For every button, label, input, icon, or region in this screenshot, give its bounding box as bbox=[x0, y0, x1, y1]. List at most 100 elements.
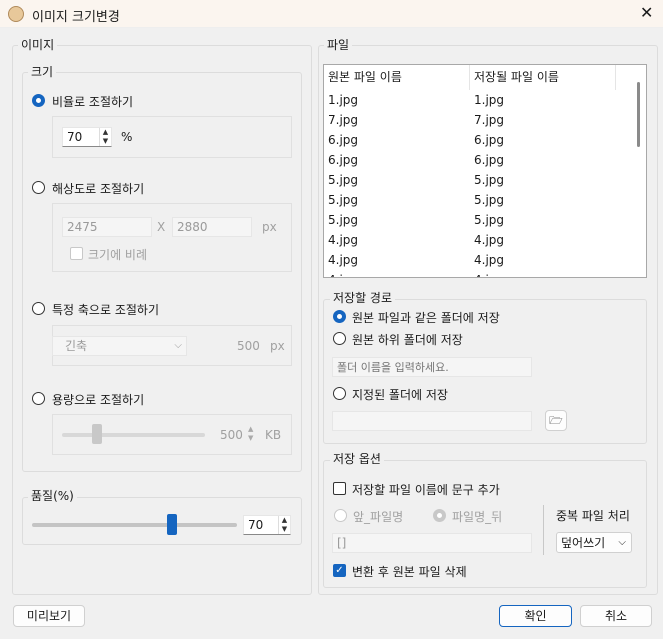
custom-folder-input[interactable] bbox=[332, 411, 532, 431]
filesize-unit: KB bbox=[265, 428, 282, 442]
close-icon[interactable]: ✕ bbox=[640, 3, 653, 22]
prefix-label: 앞_파일명 bbox=[353, 510, 404, 524]
size-group-label: 크기 bbox=[28, 65, 57, 79]
chevron-down-icon: ⌵ bbox=[618, 537, 626, 548]
list-item[interactable]: 4.jpg 4.jpg bbox=[324, 270, 634, 277]
ratio-unit: % bbox=[121, 130, 133, 144]
list-header: 원본 파일 이름 저장될 파일 이름 bbox=[324, 65, 634, 90]
sub-folder-label: 원본 하위 폴더에 저장 bbox=[352, 333, 463, 347]
quality-spinner[interactable]: 70 ▲ ▼ bbox=[243, 515, 291, 535]
image-group-label: 이미지 bbox=[18, 38, 58, 52]
original-file-name: 6.jpg bbox=[328, 153, 359, 167]
original-file-name: 5.jpg bbox=[328, 213, 359, 227]
ratio-label: 비율로 조절하기 bbox=[52, 95, 134, 109]
saved-file-name: 1.jpg bbox=[474, 93, 505, 107]
column-header-original[interactable]: 원본 파일 이름 bbox=[328, 65, 470, 90]
owl-icon bbox=[8, 6, 24, 22]
list-item[interactable]: 7.jpg 7.jpg bbox=[324, 110, 634, 130]
file-rows: 1.jpg 1.jpg 7.jpg 7.jpg 6.jpg 6.jpg 6.jpg 6.jpg… bbox=[324, 90, 634, 277]
browse-folder-button[interactable]: 🗁 bbox=[545, 410, 567, 431]
spinner-arrows-icon[interactable]: ▲ ▼ bbox=[278, 516, 290, 534]
chevron-down-icon: ⌵ bbox=[174, 340, 182, 351]
list-item[interactable]: 4.jpg 4.jpg bbox=[324, 250, 634, 270]
original-file-name: 6.jpg bbox=[328, 133, 359, 147]
axis-label: 특정 축으로 조절하기 bbox=[52, 303, 159, 317]
ratio-spinner[interactable]: 70 ▲ ▼ bbox=[62, 127, 112, 147]
quality-label: 품질(%) bbox=[28, 489, 77, 503]
x-label: X bbox=[157, 220, 166, 234]
saved-file-name: 6.jpg bbox=[474, 133, 505, 147]
same-folder-radio[interactable] bbox=[333, 310, 346, 323]
axis-value: 500 bbox=[237, 339, 260, 353]
axis-select[interactable]: 긴축 ⌵ bbox=[52, 336, 187, 356]
add-text-checkbox[interactable] bbox=[333, 482, 346, 495]
saved-file-name: 7.jpg bbox=[474, 113, 505, 127]
filesize-slider-thumb[interactable] bbox=[92, 424, 102, 444]
resolution-radio[interactable] bbox=[32, 181, 45, 194]
list-item[interactable]: 5.jpg 5.jpg bbox=[324, 210, 634, 230]
spinner-arrows-icon[interactable]: ▲ ▼ bbox=[99, 128, 111, 146]
delete-original-checkbox[interactable]: ✓ bbox=[333, 564, 346, 577]
spinner-arrows-icon: ▲ ▼ bbox=[248, 425, 254, 442]
saved-file-name: 4.jpg bbox=[474, 270, 504, 277]
divider bbox=[543, 505, 544, 555]
saved-file-name: 6.jpg bbox=[474, 153, 505, 167]
title-bar: 이미지 크기변경 ✕ bbox=[0, 0, 663, 28]
cancel-button[interactable]: 취소 bbox=[580, 605, 652, 627]
list-item[interactable]: 1.jpg 1.jpg bbox=[324, 90, 634, 110]
prefix-radio[interactable] bbox=[334, 509, 347, 522]
custom-folder-label: 지정된 폴더에 저장 bbox=[352, 388, 448, 402]
suffix-label: 파일명_뒤 bbox=[452, 510, 503, 524]
list-item[interactable]: 5.jpg 5.jpg bbox=[324, 190, 634, 210]
original-file-name: 1.jpg bbox=[328, 93, 359, 107]
custom-folder-radio[interactable] bbox=[333, 387, 346, 400]
axis-radio[interactable] bbox=[32, 302, 45, 315]
keep-ratio-label: 크기에 비례 bbox=[88, 248, 148, 262]
list-item[interactable]: 6.jpg 6.jpg bbox=[324, 150, 634, 170]
save-path-label: 저장할 경로 bbox=[330, 291, 396, 305]
list-item[interactable]: 4.jpg 4.jpg bbox=[324, 230, 634, 250]
same-folder-label: 원본 파일과 같은 폴더에 저장 bbox=[352, 311, 500, 325]
saved-file-name: 4.jpg bbox=[474, 253, 505, 267]
width-input[interactable]: 2475 bbox=[62, 217, 152, 237]
filesize-value: 500 bbox=[220, 428, 243, 442]
window-title: 이미지 크기변경 bbox=[32, 10, 120, 25]
quality-slider-thumb[interactable] bbox=[167, 514, 177, 535]
axis-unit: px bbox=[270, 339, 285, 353]
original-file-name: 7.jpg bbox=[328, 113, 359, 127]
filesize-label: 용량으로 조절하기 bbox=[52, 393, 145, 407]
folder-open-icon: 🗁 bbox=[549, 414, 563, 427]
filesize-slider[interactable] bbox=[62, 433, 205, 437]
sub-folder-radio[interactable] bbox=[333, 332, 346, 345]
saved-file-name: 5.jpg bbox=[474, 193, 505, 207]
list-item[interactable]: 5.jpg 5.jpg bbox=[324, 170, 634, 190]
text-input[interactable]: [] bbox=[332, 533, 532, 553]
resolution-label: 해상도로 조절하기 bbox=[52, 182, 145, 196]
add-text-label: 저장할 파일 이름에 문구 추가 bbox=[352, 483, 500, 497]
column-header-saved[interactable]: 저장될 파일 이름 bbox=[474, 65, 616, 90]
height-input[interactable]: 2880 bbox=[172, 217, 252, 237]
filesize-radio[interactable] bbox=[32, 392, 45, 405]
saved-file-name: 4.jpg bbox=[474, 233, 505, 247]
keep-ratio-checkbox[interactable] bbox=[70, 247, 83, 260]
quality-slider[interactable] bbox=[32, 523, 237, 527]
original-file-name: 5.jpg bbox=[328, 173, 359, 187]
file-list[interactable]: 원본 파일 이름 저장될 파일 이름 1.jpg 1.jpg 7.jpg 7.jpg 6… bbox=[323, 64, 647, 278]
original-file-name: 5.jpg bbox=[328, 193, 359, 207]
save-options-label: 저장 옵션 bbox=[330, 452, 384, 466]
saved-file-name: 5.jpg bbox=[474, 213, 505, 227]
sub-folder-input[interactable] bbox=[332, 357, 532, 377]
file-group-label: 파일 bbox=[324, 38, 353, 52]
suffix-radio[interactable] bbox=[433, 509, 446, 522]
delete-original-label: 변환 후 원본 파일 삭제 bbox=[352, 565, 467, 579]
ratio-radio[interactable] bbox=[32, 94, 45, 107]
saved-file-name: 5.jpg bbox=[474, 173, 505, 187]
ok-button[interactable]: 확인 bbox=[499, 605, 572, 627]
duplicate-select[interactable]: 덮어쓰기 ⌵ bbox=[556, 532, 632, 553]
original-file-name: 4.jpg bbox=[328, 270, 358, 277]
list-item[interactable]: 6.jpg 6.jpg bbox=[324, 130, 634, 150]
scrollbar[interactable] bbox=[637, 82, 640, 147]
resolution-unit: px bbox=[262, 220, 277, 234]
original-file-name: 4.jpg bbox=[328, 253, 359, 267]
preview-button[interactable]: 미리보기 bbox=[13, 605, 85, 627]
